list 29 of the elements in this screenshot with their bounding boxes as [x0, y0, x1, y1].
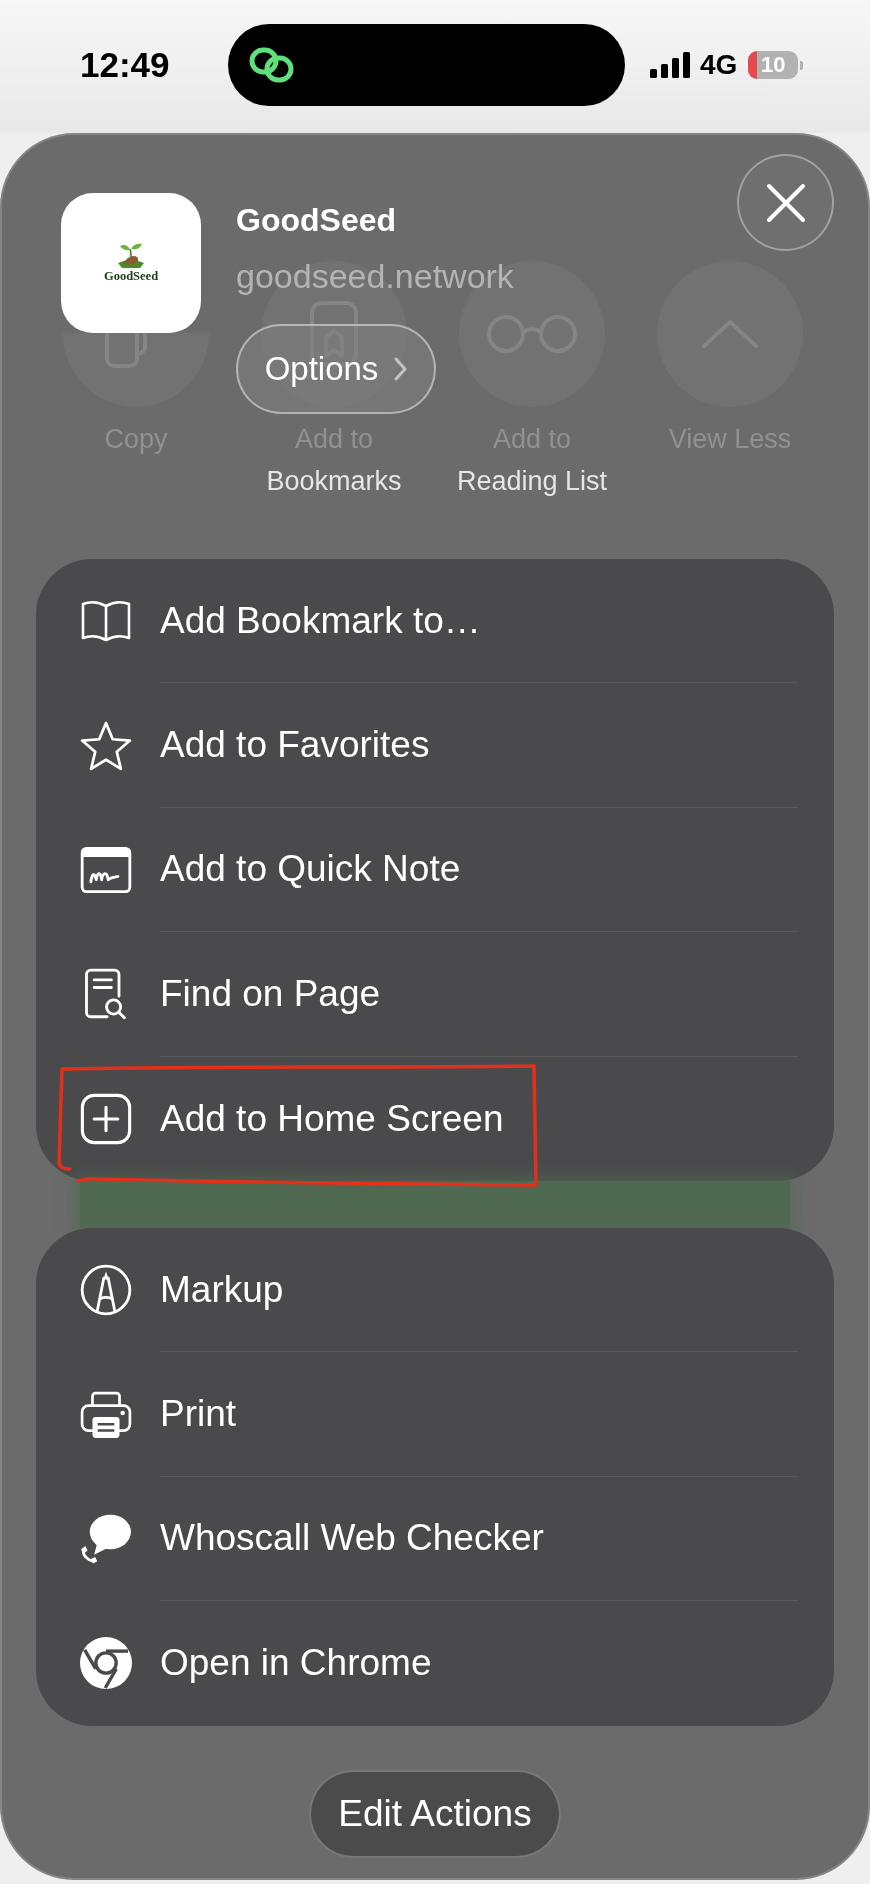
menu-item[interactable]: Find on Page [36, 932, 834, 1057]
close-icon [765, 182, 806, 223]
site-url: goodseed.network [236, 256, 514, 296]
action-label: Bookmarks [266, 465, 402, 498]
menu-item[interactable]: Markup [36, 1227, 834, 1353]
plus-square-icon [80, 1092, 132, 1145]
options-button[interactable]: Options [236, 324, 436, 414]
action-label: Reading List [456, 465, 608, 498]
menu-item[interactable]: Add to Favorites [36, 683, 834, 808]
site-title: GoodSeed [236, 202, 396, 238]
menu-item[interactable]: Whoscall Web Checker [36, 1476, 834, 1602]
network-type: 4G [700, 49, 738, 81]
chat-bubble-icon [80, 1512, 132, 1565]
menu-item[interactable]: Add to Quick Note [36, 807, 834, 933]
chevron-right-icon [394, 357, 408, 381]
star-icon [80, 719, 132, 772]
edit-actions-button[interactable]: Edit Actions [309, 1769, 561, 1858]
clock-time: 12:49 [80, 45, 170, 85]
battery-percentage: 10 [761, 53, 786, 77]
menu-item[interactable]: Add Bookmark to… [36, 559, 834, 684]
menu-item[interactable]: Print [36, 1352, 834, 1477]
menu-item[interactable]: Open in Chrome [36, 1601, 834, 1726]
logo-text: GoodSeed [103, 269, 159, 283]
menu-item[interactable]: Add to Home Screen [36, 1056, 834, 1181]
copy-icon [104, 333, 148, 369]
signal-icon [650, 52, 690, 78]
sprout-icon [116, 243, 146, 269]
chrome-icon [80, 1637, 132, 1690]
pen-circle-icon [80, 1264, 132, 1317]
